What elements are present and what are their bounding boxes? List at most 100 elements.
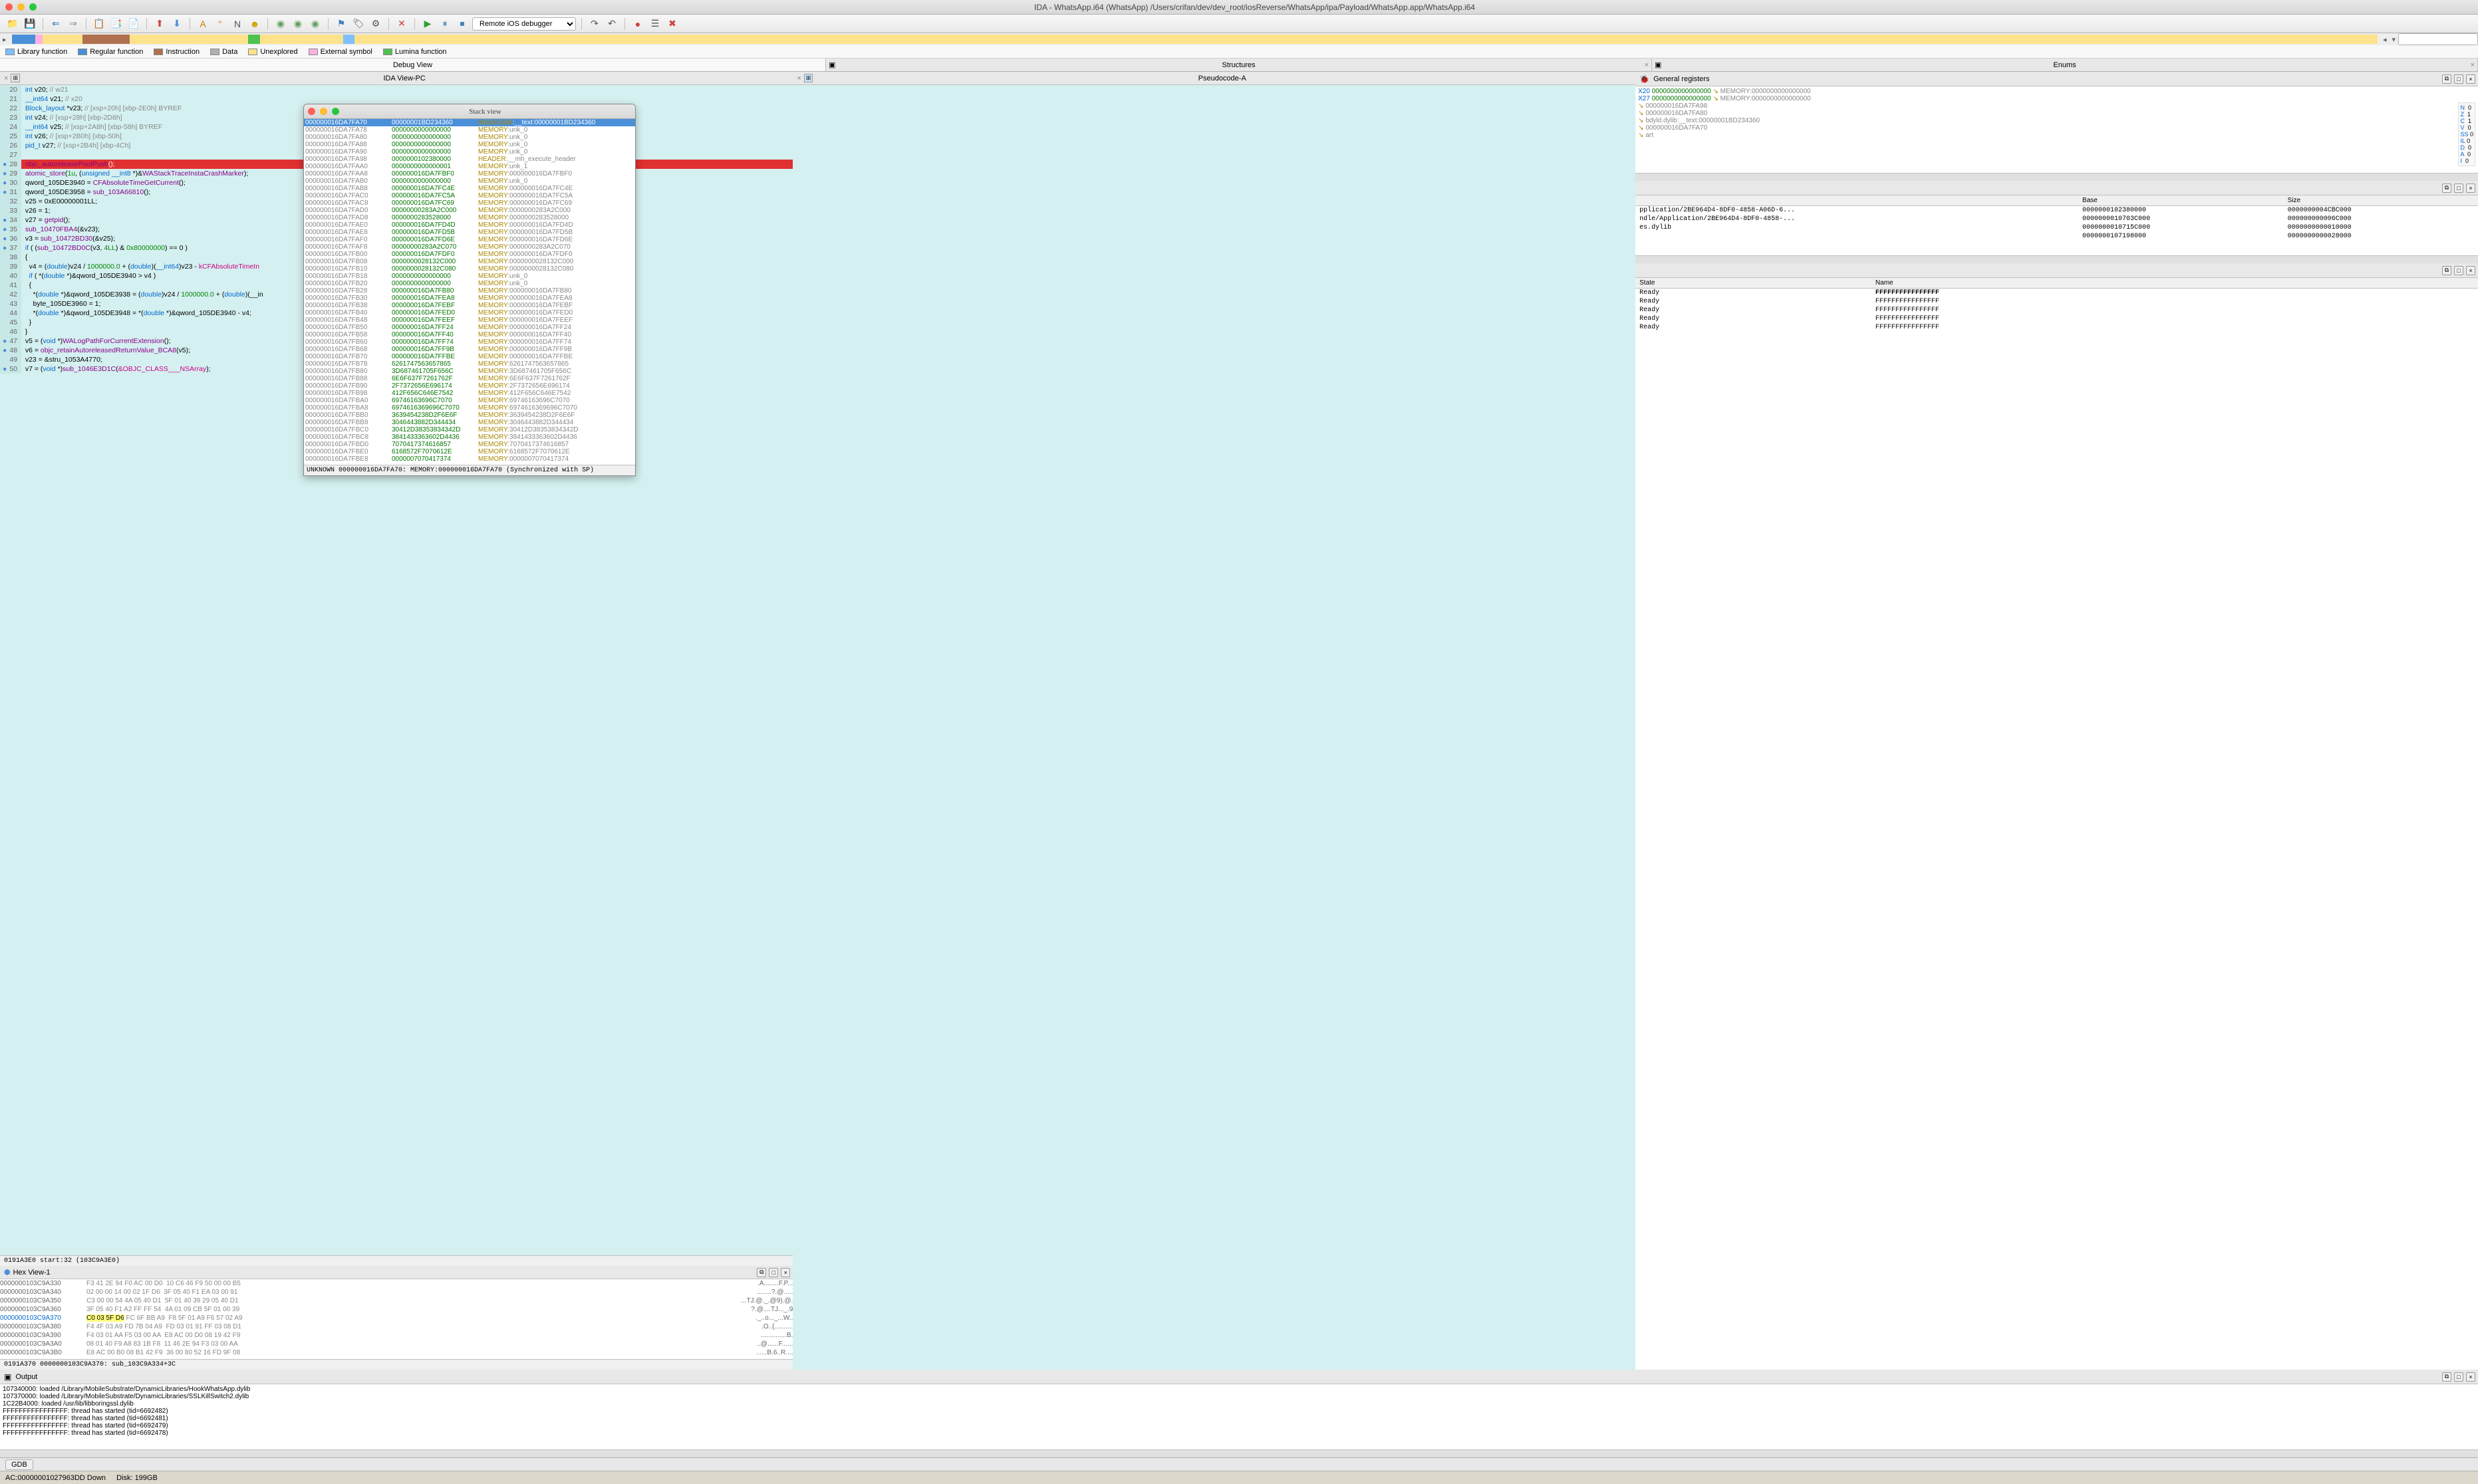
hex-line[interactable]: 0000000103C9A390 F4 03 01 AA F5 03 00 AA… bbox=[0, 1331, 793, 1340]
face-icon[interactable]: ☻ bbox=[247, 17, 262, 31]
col-header[interactable]: Size bbox=[2284, 195, 2478, 206]
pane-restore-icon[interactable]: ⧉ bbox=[2442, 266, 2451, 275]
stack-row[interactable]: 000000016DA7FAB0 0000000000000000 MEMORY… bbox=[304, 178, 635, 185]
main-tab[interactable]: Debug View bbox=[0, 59, 826, 71]
stack-row[interactable]: 000000016DA7FB40 000000016DA7FED0 MEMORY… bbox=[304, 309, 635, 316]
stack-row[interactable]: 000000016DA7FAD0 00000000283A2C000 MEMOR… bbox=[304, 207, 635, 214]
stack-row[interactable]: 000000016DA7FAD8 0000000283528000 MEMORY… bbox=[304, 214, 635, 221]
close-icon[interactable]: × bbox=[1645, 61, 1649, 69]
stack-row[interactable]: 000000016DA7FB70 000000016DA7FFBE MEMORY… bbox=[304, 353, 635, 360]
pane-close-icon[interactable]: × bbox=[781, 1268, 790, 1277]
stack-row[interactable]: 000000016DA7FA88 0000000000000000 MEMORY… bbox=[304, 141, 635, 148]
threads-list[interactable]: StateNameReadyFFFFFFFFFFFFFFFFReadyFFFFF… bbox=[1635, 278, 2478, 1370]
close-window-button[interactable] bbox=[308, 108, 315, 115]
stack-row[interactable]: 000000016DA7FAA0 0000000000000001 MEMORY… bbox=[304, 163, 635, 170]
pane-restore-icon[interactable]: ⧉ bbox=[2442, 1372, 2451, 1382]
nav-down-icon[interactable]: ⬇ bbox=[170, 17, 184, 31]
hex-line[interactable]: 0000000103C9A3B0 E8 AC 00 B0 08 B1 42 F9… bbox=[0, 1348, 793, 1357]
pane-restore-icon[interactable]: ⧉ bbox=[2442, 74, 2451, 84]
register-row[interactable]: X27 0000000000000000 ↘ MEMORY:0000000000… bbox=[1638, 95, 2475, 102]
col-header[interactable] bbox=[1635, 195, 2078, 206]
pane-max-icon[interactable]: □ bbox=[2454, 184, 2463, 193]
scrollbar[interactable] bbox=[1635, 173, 2478, 181]
string-icon[interactable]: " bbox=[213, 17, 227, 31]
stack-row[interactable]: 000000016DA7FB50 000000016DA7FF24 MEMORY… bbox=[304, 324, 635, 331]
thread-row[interactable]: ReadyFFFFFFFFFFFFFFFF bbox=[1635, 289, 2478, 298]
stack-row[interactable]: 000000016DA7FBE0 6168572F7070612E MEMORY… bbox=[304, 448, 635, 455]
tab-ida-view[interactable]: IDA View-PC bbox=[20, 74, 789, 82]
pane-max-icon[interactable]: □ bbox=[2454, 1372, 2463, 1382]
bp-del-icon[interactable]: ✖ bbox=[665, 17, 680, 31]
stack-row[interactable]: 000000016DA7FB80 3D687461705F656C MEMORY… bbox=[304, 368, 635, 375]
bp-list-icon[interactable]: ☰ bbox=[648, 17, 662, 31]
stack-row[interactable]: 000000016DA7FA98 0000000102380000 HEADER… bbox=[304, 156, 635, 163]
stack-row[interactable]: 000000016DA7FAC0 000000016DA7FC5A MEMORY… bbox=[304, 192, 635, 199]
cancel-icon[interactable]: ✕ bbox=[394, 17, 409, 31]
stack-row[interactable]: 000000016DA7FBA8 6974616369696C7070 MEMO… bbox=[304, 404, 635, 412]
close-icon[interactable]: × bbox=[4, 74, 8, 82]
stack-row[interactable]: 000000016DA7FA70 00000001BD234360 libdyl… bbox=[304, 119, 635, 126]
stack-row[interactable]: 000000016DA7FB60 000000016DA7FF74 MEMORY… bbox=[304, 338, 635, 346]
thread-row[interactable]: ReadyFFFFFFFFFFFFFFFF bbox=[1635, 323, 2478, 332]
stack-row[interactable]: 000000016DA7FAE0 000000016DA7FD4D MEMORY… bbox=[304, 221, 635, 229]
tool-icon[interactable]: 📄 bbox=[126, 17, 141, 31]
stack-row[interactable]: 000000016DA7FBA0 69746163696C7070 MEMORY… bbox=[304, 397, 635, 404]
stack-row[interactable]: 000000016DA7FB58 000000016DA7FF40 MEMORY… bbox=[304, 331, 635, 338]
stack-row[interactable]: 000000016DA7FA80 0000000000000000 MEMORY… bbox=[304, 134, 635, 141]
nav-up-icon[interactable]: ⬆ bbox=[152, 17, 167, 31]
stack-row[interactable]: 000000016DA7FBC0 30412D38353834342D MEMO… bbox=[304, 426, 635, 433]
stack-row[interactable]: 000000016DA7FB28 000000016DA7FB80 MEMORY… bbox=[304, 287, 635, 295]
pane-max-icon[interactable]: □ bbox=[2454, 74, 2463, 84]
register-row[interactable]: X20 0000000000000000 ↘ MEMORY:0000000000… bbox=[1638, 88, 2475, 95]
register-row[interactable]: ↘ bdyld.dylib:__text:00000001BD234360 bbox=[1638, 117, 2475, 124]
zoom-window-button[interactable] bbox=[29, 3, 37, 11]
register-row[interactable]: ↘ 000000016DA7FA80 bbox=[1638, 110, 2475, 117]
stack-row[interactable]: 000000016DA7FBE8 0000007070417374 MEMORY… bbox=[304, 455, 635, 463]
text-icon[interactable]: A bbox=[196, 17, 210, 31]
output-log[interactable]: 107340000: loaded /Library/MobileSubstra… bbox=[0, 1384, 2478, 1449]
stack-row[interactable]: 000000016DA7FBB0 3639454238D2F6E6F MEMOR… bbox=[304, 412, 635, 419]
pane-max-icon[interactable]: □ bbox=[2454, 266, 2463, 275]
tool-icon[interactable]: ⚙ bbox=[368, 17, 383, 31]
close-window-button[interactable] bbox=[5, 3, 13, 11]
stack-row[interactable]: 000000016DA7FA78 0000000000000000 MEMORY… bbox=[304, 126, 635, 134]
register-row[interactable]: ↘ 000000016DA7FA70 bbox=[1638, 124, 2475, 132]
minimize-window-button[interactable] bbox=[320, 108, 327, 115]
stack-row[interactable]: 000000016DA7FB68 000000016DA7FF9B MEMORY… bbox=[304, 346, 635, 353]
pane-close-icon[interactable]: × bbox=[2466, 184, 2475, 193]
tool-icon[interactable]: 📋 bbox=[92, 17, 106, 31]
stack-row[interactable]: 000000016DA7FB30 000000016DA7FEA8 MEMORY… bbox=[304, 295, 635, 302]
stack-row[interactable]: 000000016DA7FB48 000000016DA7FEEF MEMORY… bbox=[304, 316, 635, 324]
step-icon[interactable]: ↶ bbox=[605, 17, 619, 31]
tool-icon[interactable]: 📑 bbox=[109, 17, 124, 31]
nav-fwd-icon[interactable]: ⇒ bbox=[66, 17, 80, 31]
flag-icon[interactable]: ⚑ bbox=[334, 17, 348, 31]
overview-left-arrow[interactable]: ▸ bbox=[0, 35, 9, 44]
stack-row[interactable]: 000000016DA7FBB8 3046443882D344434 MEMOR… bbox=[304, 419, 635, 426]
tag-icon[interactable]: 🏷 bbox=[351, 17, 366, 31]
stop-icon[interactable]: ⏹ bbox=[455, 17, 470, 31]
number-icon[interactable]: N bbox=[230, 17, 245, 31]
circle-icon[interactable]: ◉ bbox=[273, 17, 288, 31]
step-icon[interactable]: ↷ bbox=[587, 17, 602, 31]
module-row[interactable]: 00000001071980000000000000028000 bbox=[1635, 232, 2478, 241]
stack-row[interactable]: 000000016DA7FB18 0000000000000000 MEMORY… bbox=[304, 273, 635, 280]
pane-close-icon[interactable]: × bbox=[2466, 266, 2475, 275]
register-row[interactable]: ↘ 000000016DA7FA98 bbox=[1638, 102, 2475, 110]
main-tab[interactable]: Enums×▣ bbox=[1652, 59, 2478, 71]
col-header[interactable]: State bbox=[1635, 278, 1871, 289]
stack-row[interactable]: 000000016DA7FAC8 000000016DA7FC69 MEMORY… bbox=[304, 199, 635, 207]
thread-row[interactable]: ReadyFFFFFFFFFFFFFFFF bbox=[1635, 306, 2478, 314]
module-row[interactable]: ndle/Application/2BE964D4-8DF0-4858-...0… bbox=[1635, 215, 2478, 223]
overview-right-arrow[interactable]: ◂ bbox=[2380, 35, 2390, 44]
breakpoint-icon[interactable]: ● bbox=[630, 17, 645, 31]
hex-line[interactable]: 0000000103C9A330 F3 41 2E 94 F0 AC 00 D0… bbox=[0, 1279, 793, 1288]
thread-row[interactable]: ReadyFFFFFFFFFFFFFFFF bbox=[1635, 314, 2478, 323]
stack-row[interactable]: 000000016DA7FA90 0000000000000000 MEMORY… bbox=[304, 148, 635, 156]
modules-list[interactable]: BaseSizepplication/2BE964D4-8DF0-4858-A0… bbox=[1635, 195, 2478, 255]
module-row[interactable]: es.dylib0000000010715C000000000000001000… bbox=[1635, 223, 2478, 232]
thread-row[interactable]: ReadyFFFFFFFFFFFFFFFF bbox=[1635, 297, 2478, 306]
stack-row[interactable]: 000000016DA7FB88 6E6F637F7261762F MEMORY… bbox=[304, 375, 635, 382]
stack-row[interactable]: 000000016DA7FB98 412F656C646E7542 MEMORY… bbox=[304, 390, 635, 397]
open-icon[interactable]: 📁 bbox=[5, 17, 20, 31]
